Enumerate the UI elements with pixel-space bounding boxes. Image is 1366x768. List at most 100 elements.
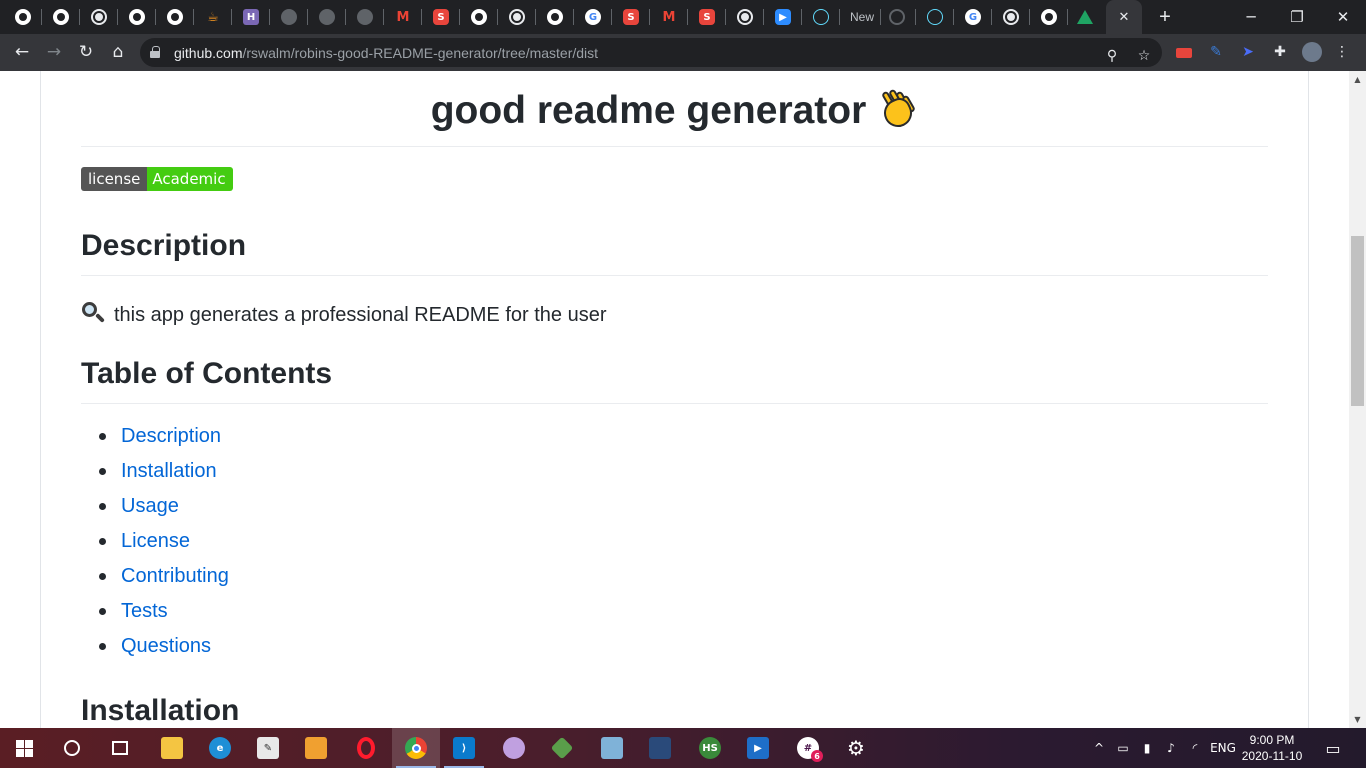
taskbar-slack[interactable]: # 6	[784, 728, 832, 768]
back-button[interactable]: ←	[8, 38, 36, 66]
search-button[interactable]	[48, 728, 96, 768]
volume-icon[interactable]: ♪	[1162, 728, 1180, 768]
taskbar-app[interactable]	[538, 728, 586, 768]
taskbar-chrome[interactable]	[392, 728, 440, 768]
close-window-button[interactable]: ✕	[1320, 0, 1366, 34]
wifi-icon[interactable]: ◜	[1186, 728, 1204, 768]
tab-globe[interactable]	[498, 0, 536, 34]
scroll-up-arrow-icon[interactable]: ▲	[1349, 71, 1366, 88]
description-text: this app generates a professional README…	[114, 304, 607, 326]
tab-globe[interactable]	[80, 0, 118, 34]
tab-drive[interactable]	[1066, 0, 1104, 34]
tab-react[interactable]	[802, 0, 840, 34]
taskbar-vscode[interactable]: ⟩	[440, 728, 488, 768]
minimize-button[interactable]: ─	[1228, 0, 1274, 34]
profile-avatar[interactable]	[1302, 42, 1322, 62]
tab-heroku[interactable]: H	[232, 0, 270, 34]
language-indicator[interactable]: ENG	[1208, 728, 1238, 768]
zoom-magnifier-icon[interactable]: ⚲	[1102, 46, 1122, 66]
tab-globe[interactable]	[270, 0, 308, 34]
tab-globe[interactable]	[308, 0, 346, 34]
github-icon	[471, 9, 487, 25]
battery-icon[interactable]: ▮	[1138, 728, 1156, 768]
url-text[interactable]: github.com/rswalm/robins-good-README-gen…	[174, 45, 598, 61]
badge-value: Academic	[147, 167, 233, 191]
tab-new[interactable]: New	[843, 0, 881, 34]
taskbar-hubspot[interactable]: HS	[686, 728, 734, 768]
maximize-button[interactable]: ❐	[1274, 0, 1320, 34]
show-hidden-icons-button[interactable]: ^	[1090, 728, 1108, 768]
slack-icon: # 6	[797, 737, 823, 762]
taskbar-app[interactable]	[292, 728, 340, 768]
list-item: Tests	[81, 600, 681, 635]
taskbar-app[interactable]: ▶	[734, 728, 782, 768]
scrollbar-thumb[interactable]	[1351, 236, 1364, 406]
tab-zoom[interactable]: ▶	[764, 0, 802, 34]
extension-feather-icon[interactable]: ✎	[1206, 42, 1226, 62]
clock[interactable]: 9:00 PM 2020-11-10	[1240, 732, 1304, 764]
tab-java[interactable]: ☕	[194, 0, 232, 34]
action-center-icon[interactable]: ▭	[1320, 728, 1346, 768]
page-scrollbar[interactable]: ▲ ▼	[1349, 71, 1366, 728]
taskbar-app[interactable]	[636, 728, 684, 768]
toc-link-contributing[interactable]: Contributing	[121, 565, 229, 587]
taskbar-app[interactable]	[490, 728, 538, 768]
tab-google[interactable]: G	[954, 0, 992, 34]
toc-link-questions[interactable]: Questions	[121, 635, 211, 657]
extensions-puzzle-icon[interactable]: ✚	[1270, 42, 1290, 62]
tab-github[interactable]	[118, 0, 156, 34]
tab-github[interactable]	[536, 0, 574, 34]
list-item: Description	[81, 425, 681, 460]
start-button[interactable]	[0, 728, 48, 768]
tab-github[interactable]	[878, 0, 916, 34]
reload-button[interactable]: ↻	[72, 38, 100, 66]
forward-button[interactable]: →	[40, 38, 68, 66]
tab-s[interactable]: S	[422, 0, 460, 34]
waving-hand-icon	[878, 88, 918, 132]
tab-github[interactable]	[460, 0, 498, 34]
toc-link-description[interactable]: Description	[121, 425, 221, 447]
taskbar-opera[interactable]	[342, 728, 390, 768]
tab-active[interactable]: ✕	[1106, 0, 1142, 34]
tab-s[interactable]: S	[612, 0, 650, 34]
taskbar-edge[interactable]: e	[196, 728, 244, 768]
close-tab-icon[interactable]: ✕	[1119, 10, 1130, 25]
taskbar-file-explorer[interactable]	[148, 728, 196, 768]
tab-globe[interactable]	[992, 0, 1030, 34]
tab-new-label: New	[849, 10, 874, 24]
taskbar-settings[interactable]: ⚙	[832, 728, 880, 768]
toc-link-tests[interactable]: Tests	[121, 600, 168, 622]
github-icon	[15, 9, 31, 25]
database-icon	[649, 737, 671, 759]
tab-gmail[interactable]: M	[384, 0, 422, 34]
toc-link-usage[interactable]: Usage	[121, 495, 179, 517]
tab-google[interactable]: G	[574, 0, 612, 34]
extension-arrow-icon[interactable]: ➤	[1238, 42, 1258, 62]
new-tab-button[interactable]: +	[1146, 0, 1184, 34]
bookmark-star-icon[interactable]: ☆	[1134, 46, 1154, 66]
react-icon	[813, 9, 829, 25]
license-badge[interactable]: license Academic	[81, 167, 233, 191]
tab-github[interactable]	[4, 0, 42, 34]
tab-globe[interactable]	[346, 0, 384, 34]
scroll-down-arrow-icon[interactable]: ▼	[1349, 711, 1366, 728]
taskbar-app[interactable]	[588, 728, 636, 768]
tab-github[interactable]	[156, 0, 194, 34]
home-icon[interactable]: ⌂	[104, 38, 132, 66]
tab-gmail[interactable]: M	[650, 0, 688, 34]
toc-link-installation[interactable]: Installation	[121, 460, 217, 482]
address-bar[interactable]: github.com/rswalm/robins-good-README-gen…	[140, 38, 1162, 67]
task-view-button[interactable]	[96, 728, 144, 768]
tab-s[interactable]: S	[688, 0, 726, 34]
tab-globe[interactable]	[726, 0, 764, 34]
notification-tray-icon[interactable]: ▭	[1114, 728, 1132, 768]
menu-icon[interactable]: ⋮	[1332, 42, 1352, 62]
toc-link-license[interactable]: License	[121, 530, 190, 552]
tab-github[interactable]	[42, 0, 80, 34]
extension-icon[interactable]	[1174, 43, 1194, 63]
tab-github[interactable]	[1030, 0, 1068, 34]
tab-react[interactable]	[916, 0, 954, 34]
taskbar-app[interactable]: ✎	[244, 728, 292, 768]
description-paragraph: this app generates a professional README…	[81, 301, 1268, 327]
github-icon	[1041, 9, 1057, 25]
